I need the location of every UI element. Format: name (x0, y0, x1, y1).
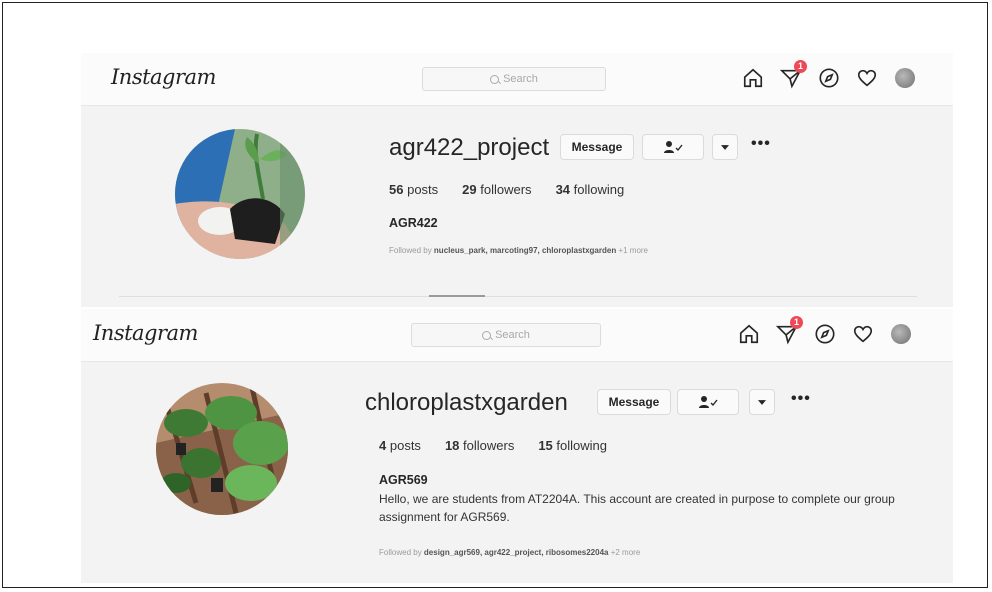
chevron-down-icon (721, 144, 729, 150)
heart-icon[interactable] (851, 322, 875, 346)
followers-count[interactable]: 18 followers (445, 438, 514, 453)
followers-count[interactable]: 29 followers (462, 182, 531, 197)
profile-stats: 4 posts 18 followers 15 following (379, 438, 607, 453)
notification-badge: 1 (790, 316, 803, 329)
person-check-icon (664, 141, 683, 153)
home-icon[interactable] (741, 66, 765, 90)
bio-text: Hello, we are students from AT2204A. Thi… (379, 492, 895, 524)
profile-avatar-icon[interactable] (889, 322, 913, 346)
heart-icon[interactable] (855, 66, 879, 90)
top-navbar: Instagram Search 1 (81, 53, 953, 106)
home-icon[interactable] (737, 322, 761, 346)
posts-count: 56 posts (389, 182, 439, 197)
person-check-icon (699, 396, 718, 408)
following-count[interactable]: 34 following (556, 182, 625, 197)
message-button[interactable]: Message (597, 389, 671, 415)
search-placeholder: Search (495, 329, 530, 341)
section-divider (119, 296, 917, 297)
search-input[interactable]: Search (422, 67, 606, 91)
nav-icons: 1 (737, 316, 913, 346)
instagram-logo[interactable]: Instagram (93, 321, 198, 345)
following-button[interactable] (677, 389, 739, 415)
explore-compass-icon[interactable] (817, 66, 841, 90)
more-options-icon[interactable]: ••• (791, 390, 811, 408)
message-button[interactable]: Message (560, 134, 634, 160)
more-options-icon[interactable]: ••• (751, 135, 771, 153)
top-navbar: Instagram Search 1 (81, 309, 953, 362)
posts-count: 4 posts (379, 438, 421, 453)
chevron-down-icon (758, 399, 766, 405)
figure-frame: Instagram Search 1 agr422_project Messag… (2, 2, 988, 588)
following-count[interactable]: 15 following (538, 438, 607, 453)
profile-picture (156, 383, 288, 515)
search-icon (490, 74, 500, 84)
explore-compass-icon[interactable] (813, 322, 837, 346)
profile-avatar-icon[interactable] (893, 66, 917, 90)
search-placeholder: Search (503, 73, 538, 85)
followed-by-text[interactable]: Followed by design_agr569, agr422_projec… (379, 548, 640, 557)
direct-message-icon[interactable]: 1 (775, 316, 803, 346)
followed-by-text[interactable]: Followed by nucleus_park, marcoting97, c… (389, 246, 648, 255)
profile-username: agr422_project (389, 134, 550, 161)
notification-badge: 1 (794, 60, 807, 73)
profile-username: chloroplastxgarden (365, 389, 568, 416)
search-input[interactable]: Search (411, 323, 601, 347)
direct-message-icon[interactable]: 1 (779, 60, 807, 90)
bio-name: AGR422 (389, 216, 438, 230)
profile-stats: 56 posts 29 followers 34 following (389, 182, 624, 197)
search-icon (482, 330, 492, 340)
profile-picture (175, 129, 305, 259)
bio-name: AGR569 (379, 473, 428, 487)
nav-icons: 1 (741, 60, 917, 90)
profile-screenshot-2: Instagram Search 1 chloroplastxgarden Me… (81, 309, 953, 583)
profile-screenshot-1: Instagram Search 1 agr422_project Messag… (81, 53, 953, 307)
active-tab-indicator (429, 295, 485, 297)
suggestions-dropdown-button[interactable] (712, 134, 738, 160)
suggestions-dropdown-button[interactable] (749, 389, 775, 415)
instagram-logo[interactable]: Instagram (111, 65, 216, 89)
following-button[interactable] (642, 134, 704, 160)
